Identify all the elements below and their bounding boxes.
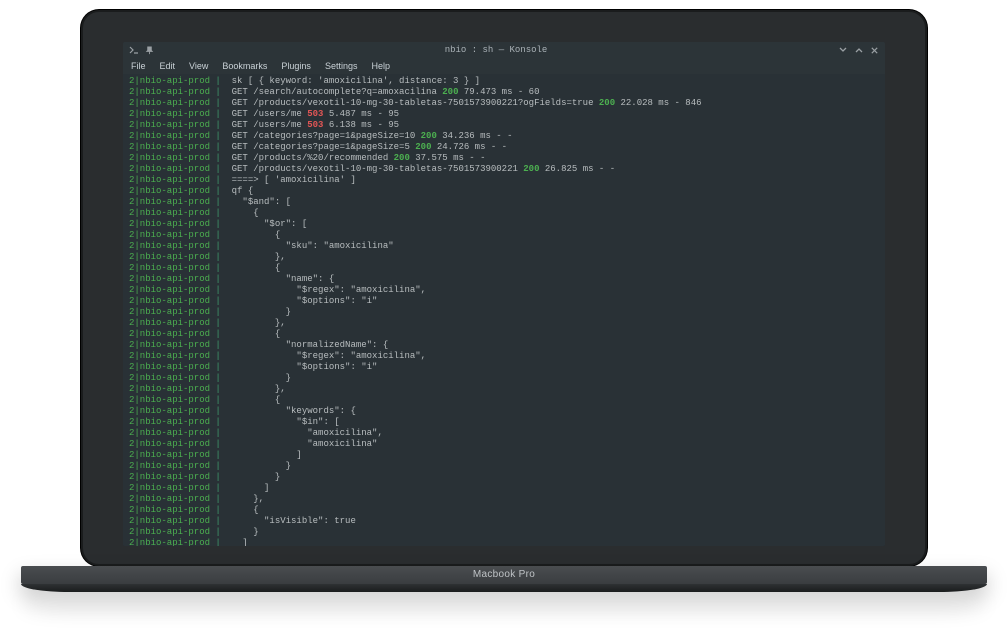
terminal-line: 2|nbio-api-prod | "$regex": "amoxicilina… [129,351,879,362]
terminal-line: 2|nbio-api-prod | "$or": [ [129,219,879,230]
menu-file[interactable]: File [131,61,146,72]
terminal-line: 2|nbio-api-prod | "amoxicilina" [129,439,879,450]
laptop-base: Macbook Pro [81,566,927,592]
laptop-label: Macbook Pro [21,566,987,584]
terminal-line: 2|nbio-api-prod | { [129,263,879,274]
terminal-line: 2|nbio-api-prod | }, [129,252,879,263]
pin-icon[interactable] [145,46,154,55]
terminal-output[interactable]: 2|nbio-api-prod | sk [ { keyword: 'amoxi… [123,74,885,546]
terminal-line: 2|nbio-api-prod | GET /search/autocomple… [129,87,879,98]
terminal-line: 2|nbio-api-prod | "isVisible": true [129,516,879,527]
terminal-line: 2|nbio-api-prod | GET /categories?page=1… [129,142,879,153]
window-titlebar: nbio : sh — Konsole [123,42,885,58]
terminal-line: 2|nbio-api-prod | GET /products/%20/reco… [129,153,879,164]
minimize-icon[interactable] [838,45,848,55]
terminal-line: 2|nbio-api-prod | sk [ { keyword: 'amoxi… [129,76,879,87]
terminal-line: 2|nbio-api-prod | { [129,230,879,241]
terminal-line: 2|nbio-api-prod | "sku": "amoxicilina" [129,241,879,252]
terminal-prompt-icon [129,45,139,55]
menu-help[interactable]: Help [371,61,390,72]
menu-view[interactable]: View [189,61,208,72]
terminal-line: 2|nbio-api-prod | "$regex": "amoxicilina… [129,285,879,296]
terminal-line: 2|nbio-api-prod | } [129,373,879,384]
terminal-line: 2|nbio-api-prod | }, [129,318,879,329]
terminal-line: 2|nbio-api-prod | GET /products/vexotil-… [129,98,879,109]
terminal-line: 2|nbio-api-prod | "normalizedName": { [129,340,879,351]
terminal-line: 2|nbio-api-prod | { [129,505,879,516]
menu-bookmarks[interactable]: Bookmarks [222,61,267,72]
terminal-line: 2|nbio-api-prod | GET /categories?page=1… [129,131,879,142]
window-title: nbio : sh — Konsole [154,45,838,56]
menu-settings[interactable]: Settings [325,61,358,72]
terminal-line: 2|nbio-api-prod | }, [129,384,879,395]
menu-plugins[interactable]: Plugins [281,61,311,72]
laptop-mockup: nbio : sh — Konsole File Edit View [81,10,927,592]
terminal-line: 2|nbio-api-prod | { [129,329,879,340]
terminal-line: 2|nbio-api-prod | ] [129,483,879,494]
terminal-line: 2|nbio-api-prod | { [129,208,879,219]
terminal-line: 2|nbio-api-prod | } [129,472,879,483]
terminal-line: 2|nbio-api-prod | { [129,395,879,406]
terminal-line: 2|nbio-api-prod | GET /users/me 503 6.13… [129,120,879,131]
terminal-line: 2|nbio-api-prod | } [129,307,879,318]
terminal-line: 2|nbio-api-prod | "$options": "i" [129,362,879,373]
menu-edit[interactable]: Edit [160,61,176,72]
terminal-line: 2|nbio-api-prod | } [129,527,879,538]
laptop-foot [21,584,987,592]
maximize-icon[interactable] [854,45,864,55]
terminal-line: 2|nbio-api-prod | "$options": "i" [129,296,879,307]
terminal-line: 2|nbio-api-prod | ] [129,538,879,546]
terminal-line: 2|nbio-api-prod | ] [129,450,879,461]
terminal-line: 2|nbio-api-prod | qf { [129,186,879,197]
menu-bar: File Edit View Bookmarks Plugins Setting… [123,58,885,74]
terminal-line: 2|nbio-api-prod | "$in": [ [129,417,879,428]
terminal-line: 2|nbio-api-prod | } [129,461,879,472]
terminal-line: 2|nbio-api-prod | "$and": [ [129,197,879,208]
terminal-line: 2|nbio-api-prod | GET /users/me 503 5.48… [129,109,879,120]
terminal-line: 2|nbio-api-prod | "amoxicilina", [129,428,879,439]
terminal-window: nbio : sh — Konsole File Edit View [123,42,885,546]
terminal-line: 2|nbio-api-prod | ====> [ 'amoxicilina' … [129,175,879,186]
terminal-line: 2|nbio-api-prod | }, [129,494,879,505]
terminal-line: 2|nbio-api-prod | "keywords": { [129,406,879,417]
close-icon[interactable] [870,46,879,55]
terminal-line: 2|nbio-api-prod | "name": { [129,274,879,285]
screen-bezel: nbio : sh — Konsole File Edit View [81,10,927,566]
terminal-line: 2|nbio-api-prod | GET /products/vexotil-… [129,164,879,175]
